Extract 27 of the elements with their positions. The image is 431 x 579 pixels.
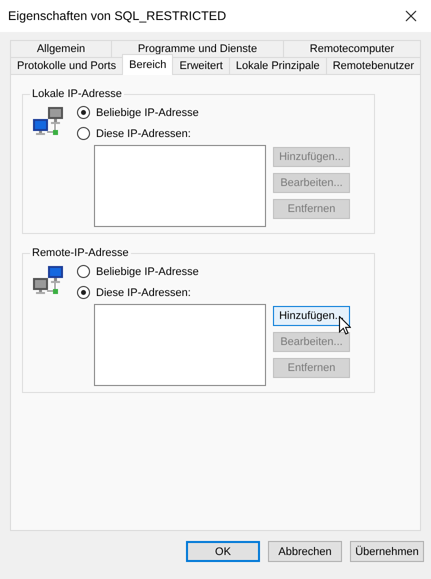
tab[interactable]: Bereich — [122, 54, 174, 75]
radio-button[interactable]: Beliebige IP-Adresse — [77, 102, 199, 123]
radio-button[interactable]: Diese IP-Adressen: — [77, 123, 191, 144]
dialog-button[interactable]: Übernehmen — [350, 541, 424, 562]
group-title: Remote-IP-Adresse — [31, 247, 130, 259]
close-icon[interactable] — [405, 10, 417, 22]
action-button[interactable]: Hinzufügen... — [273, 306, 350, 326]
dialog-button[interactable]: OK — [186, 541, 260, 562]
tab[interactable]: Lokale Prinzipale — [228, 57, 327, 74]
group-title: Lokale IP-Adresse — [31, 88, 123, 100]
tab[interactable]: Programme und Dienste — [111, 40, 284, 57]
window-title: Eigenschaften von SQL_RESTRICTED — [8, 9, 226, 23]
radio-icon[interactable] — [77, 265, 90, 278]
tab[interactable]: Remotebenutzer — [326, 57, 422, 74]
radio-icon[interactable] — [77, 127, 90, 140]
tab[interactable]: Allgemein — [10, 40, 112, 57]
address-list[interactable] — [94, 304, 266, 386]
computers-icon — [33, 265, 65, 297]
radio-button[interactable]: Beliebige IP-Adresse — [77, 261, 199, 282]
radio-button[interactable]: Diese IP-Adressen: — [77, 282, 191, 303]
address-list[interactable] — [94, 145, 266, 227]
dialog-button[interactable]: Abbrechen — [268, 541, 342, 562]
tab[interactable]: Remotecomputer — [282, 40, 421, 57]
radio-icon[interactable] — [77, 106, 90, 119]
radio-icon[interactable] — [77, 286, 90, 299]
computers-icon — [33, 106, 65, 138]
tab[interactable]: Protokolle und Ports — [10, 57, 124, 74]
